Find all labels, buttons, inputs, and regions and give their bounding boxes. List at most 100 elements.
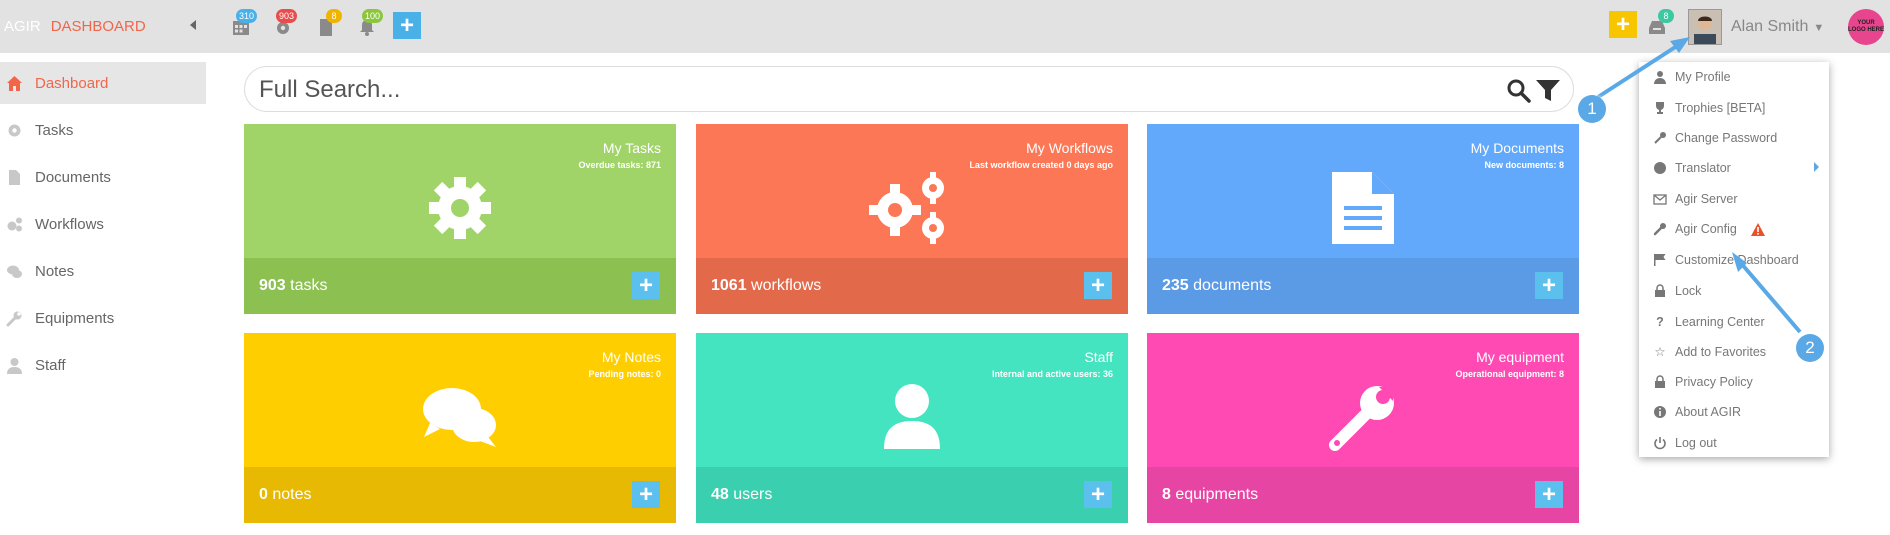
power-icon bbox=[1654, 437, 1666, 450]
sidebar-item-workflows[interactable]: Workflows bbox=[0, 203, 206, 245]
document-icon bbox=[9, 170, 20, 185]
sidebar-collapse-icon[interactable] bbox=[190, 20, 196, 30]
notifications-badge: 100 bbox=[362, 9, 384, 23]
comments-icon bbox=[7, 265, 22, 278]
user-photo-icon bbox=[1689, 10, 1721, 44]
add-task-button[interactable]: + bbox=[632, 272, 660, 299]
menu-item-trophies[interactable]: Trophies [BETA] bbox=[1653, 98, 1765, 118]
tile-count: 235 documents bbox=[1162, 277, 1272, 294]
menu-item-my-profile[interactable]: My Profile bbox=[1653, 67, 1731, 87]
tile-title: My Documents bbox=[1470, 140, 1564, 156]
add-equipment-button[interactable]: + bbox=[1535, 481, 1563, 508]
sidebar-item-equipments[interactable]: Equipments bbox=[0, 297, 206, 339]
tile-count: 48 users bbox=[711, 486, 773, 503]
sidebar-item-label: Notes bbox=[35, 263, 75, 280]
sidebar-item-label: Staff bbox=[35, 357, 66, 374]
sidebar-item-staff[interactable]: Staff bbox=[0, 344, 206, 386]
tile-my-equipment[interactable]: My equipment Operational equipment: 8 8 … bbox=[1147, 333, 1579, 523]
add-note-button[interactable]: + bbox=[632, 481, 660, 508]
submenu-arrow-icon bbox=[1814, 162, 1819, 172]
star-icon: ☆ bbox=[1654, 345, 1666, 359]
menu-item-log-out[interactable]: Log out bbox=[1653, 433, 1717, 453]
tile-my-tasks[interactable]: My Tasks Overdue tasks: 871 903 tasks + bbox=[244, 124, 676, 314]
question-icon: ? bbox=[1656, 315, 1664, 329]
sidebar-item-notes[interactable]: Notes bbox=[0, 250, 206, 292]
tile-title: My equipment bbox=[1476, 349, 1564, 365]
user-icon bbox=[1654, 71, 1666, 84]
wrench-icon bbox=[1653, 223, 1666, 236]
add-button[interactable]: + bbox=[393, 12, 421, 39]
tile-count: 0 notes bbox=[259, 486, 312, 503]
tile-footer: 1061 workflows + bbox=[696, 258, 1128, 314]
menu-item-agir-config[interactable]: Agir Config bbox=[1653, 219, 1765, 239]
documents-badge: 8 bbox=[326, 9, 342, 23]
envelope-icon bbox=[1653, 194, 1667, 205]
tile-count: 1061 workflows bbox=[711, 277, 822, 294]
menu-item-learning-center[interactable]: ? Learning Center bbox=[1653, 312, 1764, 332]
filter-icon[interactable] bbox=[1535, 78, 1561, 104]
sidebar: Dashboard Tasks Documents Workflows Note… bbox=[0, 62, 206, 391]
search-input[interactable] bbox=[257, 75, 1461, 105]
menu-item-lock[interactable]: Lock bbox=[1653, 281, 1701, 301]
inbox-badge: 8 bbox=[1658, 9, 1674, 23]
user-icon bbox=[884, 384, 940, 449]
tile-title: My Tasks bbox=[602, 140, 661, 156]
info-icon bbox=[1654, 406, 1666, 418]
add-workflow-button[interactable]: + bbox=[1084, 272, 1112, 299]
comments-icon bbox=[423, 388, 496, 447]
sidebar-item-tasks[interactable]: Tasks bbox=[0, 109, 206, 151]
company-logo: YOUR LOGO HERE bbox=[1848, 9, 1884, 45]
tile-my-documents[interactable]: My Documents New documents: 8 235 docume… bbox=[1147, 124, 1579, 314]
menu-item-translator[interactable]: Translator bbox=[1653, 158, 1731, 178]
gears-icon bbox=[7, 217, 22, 232]
sidebar-item-label: Documents bbox=[35, 169, 111, 186]
search-icon[interactable] bbox=[1507, 79, 1531, 103]
user-dropdown-menu: My Profile Trophies [BETA] Change Passwo… bbox=[1639, 62, 1829, 457]
key-icon bbox=[1654, 132, 1666, 144]
tile-footer: 48 users + bbox=[696, 467, 1128, 523]
tile-footer: 0 notes + bbox=[244, 467, 676, 523]
search-bar bbox=[244, 66, 1574, 112]
menu-item-privacy-policy[interactable]: Privacy Policy bbox=[1653, 372, 1753, 392]
tile-count: 903 tasks bbox=[259, 277, 328, 294]
menu-item-change-password[interactable]: Change Password bbox=[1653, 128, 1777, 148]
quick-add-button[interactable]: + bbox=[1609, 11, 1637, 38]
menu-item-agir-server[interactable]: Agir Server bbox=[1653, 189, 1738, 209]
user-menu-toggle[interactable]: Alan Smith ▼ bbox=[1731, 18, 1824, 36]
top-bar: AGIR DASHBOARD 310 903 8 100 + + 8 Alan S… bbox=[0, 0, 1890, 53]
tile-my-workflows[interactable]: My Workflows Last workflow created 0 day… bbox=[696, 124, 1128, 314]
sidebar-item-documents[interactable]: Documents bbox=[0, 156, 206, 198]
sidebar-item-label: Workflows bbox=[35, 216, 104, 233]
add-staff-button[interactable]: + bbox=[1084, 481, 1112, 508]
tile-title: My Notes bbox=[601, 349, 661, 365]
avatar[interactable] bbox=[1688, 9, 1722, 45]
menu-item-customize-dashboard[interactable]: Customize Dashboard bbox=[1653, 250, 1799, 270]
tile-count: 8 equipments bbox=[1162, 486, 1259, 503]
gears-icon bbox=[869, 172, 944, 244]
gear-icon bbox=[8, 124, 21, 137]
sidebar-item-label: Dashboard bbox=[35, 75, 109, 92]
warning-icon bbox=[1750, 222, 1765, 236]
brand-app-name: AGIR bbox=[4, 18, 41, 35]
document-icon bbox=[1332, 172, 1394, 244]
calendar-badge: 310 bbox=[236, 9, 258, 23]
home-icon bbox=[7, 76, 22, 91]
wrench-icon bbox=[1329, 386, 1394, 451]
chevron-down-icon: ▼ bbox=[1813, 22, 1825, 34]
sidebar-item-dashboard[interactable]: Dashboard bbox=[0, 62, 206, 104]
tile-staff[interactable]: Staff Internal and active users: 36 48 u… bbox=[696, 333, 1128, 523]
menu-item-add-to-favorites[interactable]: ☆ Add to Favorites bbox=[1653, 342, 1766, 362]
tile-footer: 235 documents + bbox=[1147, 258, 1579, 314]
wrench-icon bbox=[6, 311, 22, 327]
gear-icon bbox=[429, 177, 491, 239]
menu-item-about-agir[interactable]: About AGIR bbox=[1653, 402, 1741, 422]
tile-title: My Workflows bbox=[1026, 140, 1113, 156]
callout-2: 2 bbox=[1796, 334, 1824, 362]
sidebar-item-label: Tasks bbox=[35, 122, 74, 139]
sidebar-item-label: Equipments bbox=[35, 310, 115, 327]
add-document-button[interactable]: + bbox=[1535, 272, 1563, 299]
tile-footer: 903 tasks + bbox=[244, 258, 676, 314]
tile-my-notes[interactable]: My Notes Pending notes: 0 0 notes + bbox=[244, 333, 676, 523]
brand-section-name: DASHBOARD bbox=[50, 18, 146, 35]
brand[interactable]: AGIR DASHBOARD bbox=[4, 18, 146, 35]
